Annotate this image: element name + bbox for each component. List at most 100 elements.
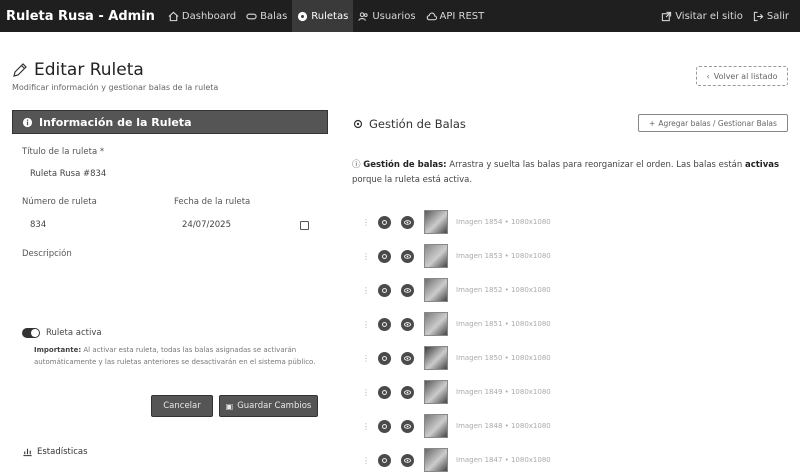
info-bold: Gestión de balas:: [363, 160, 447, 170]
bullet-label: Imagen 1852 • 1080x1080: [456, 286, 551, 294]
page-subtitle: Modificar información y gestionar balas …: [12, 83, 219, 92]
description-field-label: Descripción: [22, 249, 72, 259]
bullets-title-text: Gestión de Balas: [369, 117, 466, 131]
roulette-info-card: Información de la Ruleta Título de la ru…: [12, 110, 328, 476]
external-link-icon: [661, 11, 672, 22]
back-label: Volver al listado: [713, 71, 778, 81]
card-header: Información de la Ruleta: [12, 110, 328, 134]
date-field[interactable]: 24/07/2025: [182, 220, 231, 230]
view-eye-button[interactable]: [401, 283, 414, 297]
save-button[interactable]: ▣ Guardar Cambios: [219, 395, 318, 417]
nav-item-ruletas[interactable]: Ruletas: [292, 0, 354, 32]
bullet-label: Imagen 1850 • 1080x1080: [456, 354, 551, 362]
bullet-label: Imagen 1851 • 1080x1080: [456, 320, 551, 328]
drag-handle-icon[interactable]: ⋮: [362, 320, 370, 329]
users-icon: [358, 11, 369, 22]
bullet-row[interactable]: ⋮ Imagen 1849 • 1080x1080: [362, 378, 782, 406]
bullet-thumbnail: [424, 278, 448, 302]
nav-item-balas[interactable]: Balas: [241, 0, 292, 32]
title-field[interactable]: Ruleta Rusa #834: [30, 169, 106, 179]
view-eye-button[interactable]: [401, 419, 414, 433]
view-eye-button[interactable]: [401, 317, 414, 331]
note-bold: Importante:: [34, 346, 82, 354]
info-tail: porque la ruleta está activa.: [352, 175, 473, 185]
logout-icon: [753, 11, 764, 22]
bullet-label: Imagen 1847 • 1080x1080: [456, 456, 551, 464]
nav-label: Visitar el sitio: [675, 10, 743, 22]
nav-right: Visitar el sitio Salir: [656, 0, 794, 32]
plus-icon: +: [649, 118, 656, 128]
cancel-label: Cancelar: [163, 401, 201, 411]
add-label: Agregar balas / Gestionar Balas: [658, 118, 777, 128]
info-active: activas: [744, 160, 780, 170]
drag-handle-icon[interactable]: ⋮: [362, 456, 370, 465]
save-label: Guardar Cambios: [237, 401, 312, 411]
bullet-row[interactable]: ⋮ Imagen 1852 • 1080x1080: [362, 276, 782, 304]
view-eye-button[interactable]: [401, 215, 414, 229]
drag-handle-icon[interactable]: ⋮: [362, 388, 370, 397]
info-circle-icon: [22, 117, 33, 128]
nav-label: Salir: [766, 10, 789, 22]
drag-handle-icon[interactable]: ⋮: [362, 252, 370, 261]
bullet-thumbnail: [424, 312, 448, 336]
gear-button[interactable]: [378, 385, 391, 399]
bullet-thumbnail: [424, 210, 448, 234]
view-eye-button[interactable]: [401, 453, 414, 467]
nav-label: API REST: [439, 10, 485, 22]
title-field-label: Título de la ruleta *: [22, 147, 105, 157]
gear-button[interactable]: [378, 215, 391, 229]
main-nav: Dashboard Balas Ruletas Usuarios API RES…: [163, 0, 489, 32]
bullets-panel: Gestión de Balas + Agregar balas / Gesti…: [352, 110, 788, 476]
view-eye-button[interactable]: [401, 385, 414, 399]
bullet-row[interactable]: ⋮ Imagen 1851 • 1080x1080: [362, 310, 782, 338]
bar-chart-icon: [22, 446, 33, 457]
number-field[interactable]: 834: [30, 220, 46, 230]
page-content: Editar Ruleta Modificar información y ge…: [0, 32, 800, 476]
page-title: Editar Ruleta: [34, 60, 144, 80]
brand-title[interactable]: Ruleta Rusa - Admin: [6, 9, 155, 24]
gear-button[interactable]: [378, 317, 391, 331]
pencil-icon: [12, 62, 28, 78]
bullet-row[interactable]: ⋮ Imagen 1847 • 1080x1080: [362, 446, 782, 474]
nav-label: Balas: [260, 10, 288, 22]
active-toggle[interactable]: [22, 328, 40, 338]
important-note: Importante: Al activar esta ruleta, toda…: [34, 344, 319, 368]
drag-handle-icon[interactable]: ⋮: [362, 286, 370, 295]
view-eye-button[interactable]: [401, 249, 414, 263]
drag-handle-icon[interactable]: ⋮: [362, 354, 370, 363]
stats-section-title: Estadísticas: [22, 446, 88, 457]
bullets-panel-title: Gestión de Balas: [352, 117, 466, 131]
nav-item-api-rest[interactable]: API REST: [421, 0, 490, 32]
calendar-icon[interactable]: [300, 221, 309, 230]
bullet-row[interactable]: ⋮ Imagen 1854 • 1080x1080: [362, 208, 782, 236]
nav-label: Ruletas: [311, 10, 349, 22]
cancel-button[interactable]: Cancelar: [151, 395, 213, 417]
bullet-label: Imagen 1849 • 1080x1080: [456, 388, 551, 396]
gear-button[interactable]: [378, 283, 391, 297]
nav-label: Usuarios: [372, 10, 416, 22]
gear-button[interactable]: [378, 419, 391, 433]
gear-button[interactable]: [378, 453, 391, 467]
info-text: Arrastra y suelta las balas para reorgan…: [449, 160, 743, 170]
bullet-row[interactable]: ⋮ Imagen 1848 • 1080x1080: [362, 412, 782, 440]
bullet-thumbnail: [424, 448, 448, 472]
view-eye-button[interactable]: [401, 351, 414, 365]
card-title: Información de la Ruleta: [39, 115, 192, 129]
drag-handle-icon[interactable]: ⋮: [362, 422, 370, 431]
date-field-label: Fecha de la ruleta: [174, 197, 251, 207]
add-bullets-button[interactable]: + Agregar balas / Gestionar Balas: [638, 114, 788, 132]
drag-handle-icon[interactable]: ⋮: [362, 218, 370, 227]
back-to-list-button[interactable]: ‹ Volver al listado: [696, 66, 788, 86]
gear-button[interactable]: [378, 351, 391, 365]
nav-item-dashboard[interactable]: Dashboard: [163, 0, 241, 32]
cloud-icon: [426, 11, 437, 22]
bullet-thumbnail: [424, 414, 448, 438]
active-toggle-label: Ruleta activa: [46, 328, 102, 338]
gear-button[interactable]: [378, 249, 391, 263]
bullet-row[interactable]: ⋮ Imagen 1850 • 1080x1080: [362, 344, 782, 372]
home-icon: [168, 11, 179, 22]
bullet-row[interactable]: ⋮ Imagen 1853 • 1080x1080: [362, 242, 782, 270]
logout-link[interactable]: Salir: [748, 0, 794, 32]
nav-item-usuarios[interactable]: Usuarios: [353, 0, 420, 32]
visit-site-link[interactable]: Visitar el sitio: [656, 0, 748, 32]
